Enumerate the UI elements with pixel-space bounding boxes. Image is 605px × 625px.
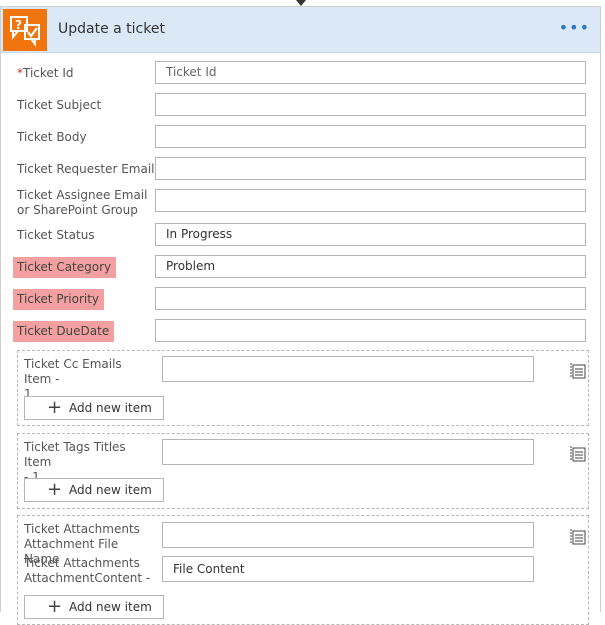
cc-emails-add-button[interactable]: + Add new item (24, 396, 164, 420)
switch-array-mode-icon[interactable] (570, 445, 588, 463)
attachments-add-button[interactable]: + Add new item (24, 595, 164, 619)
ticket-priority-input[interactable] (155, 287, 586, 310)
tags-input[interactable] (162, 439, 534, 465)
requester-email-label: Ticket Requester Email (17, 162, 155, 176)
ticket-body-label: Ticket Body (17, 130, 87, 144)
plus-icon: + (47, 397, 63, 418)
attachments-array: Ticket Attachments Attachment File Name … (17, 515, 589, 625)
ticket-body-input[interactable] (155, 125, 586, 148)
requester-email-input[interactable] (155, 157, 586, 180)
card-header[interactable]: ? Update a ticket ••• (1, 7, 600, 53)
ticket-category-label: Ticket Category (13, 257, 117, 278)
ticket-app-icon: ? (3, 9, 47, 51)
cc-emails-array: Ticket Cc Emails Item - 1 + Add new item (17, 350, 589, 426)
ticket-subject-label: Ticket Subject (17, 98, 102, 112)
plus-icon: + (47, 479, 63, 500)
assignee-label: Ticket Assignee Email or SharePoint Grou… (17, 188, 148, 217)
plus-icon: + (47, 596, 63, 617)
more-options-icon[interactable]: ••• (559, 18, 590, 37)
card-title: Update a ticket (58, 21, 165, 37)
ticket-category-input[interactable]: Problem (155, 255, 586, 278)
ticket-subject-input[interactable] (155, 93, 586, 116)
attachment-content-input[interactable]: File Content (162, 556, 534, 582)
ticket-priority-label: Ticket Priority (13, 289, 105, 310)
action-card: ? Update a ticket ••• *Ticket Id Ticket … (0, 6, 601, 625)
tags-add-button[interactable]: + Add new item (24, 478, 164, 502)
ticket-duedate-input[interactable] (155, 319, 586, 342)
assignee-input[interactable] (155, 189, 586, 212)
switch-array-mode-icon[interactable] (570, 362, 588, 380)
ticket-status-label: Ticket Status (17, 228, 95, 242)
attachment-content-label: Ticket Attachments AttachmentContent - (24, 556, 151, 585)
tags-array: Ticket Tags Titles Item - 1 + Add new it… (17, 433, 589, 509)
cc-emails-input[interactable] (162, 356, 534, 382)
attachment-filename-input[interactable] (162, 522, 534, 548)
ticket-duedate-label: Ticket DueDate (13, 321, 115, 342)
ticket-id-label: *Ticket Id (17, 66, 74, 80)
switch-array-mode-icon[interactable] (570, 528, 588, 546)
ticket-id-input[interactable]: Ticket Id (155, 61, 586, 84)
svg-text:?: ? (15, 18, 22, 32)
ticket-status-input[interactable]: In Progress (155, 223, 586, 246)
